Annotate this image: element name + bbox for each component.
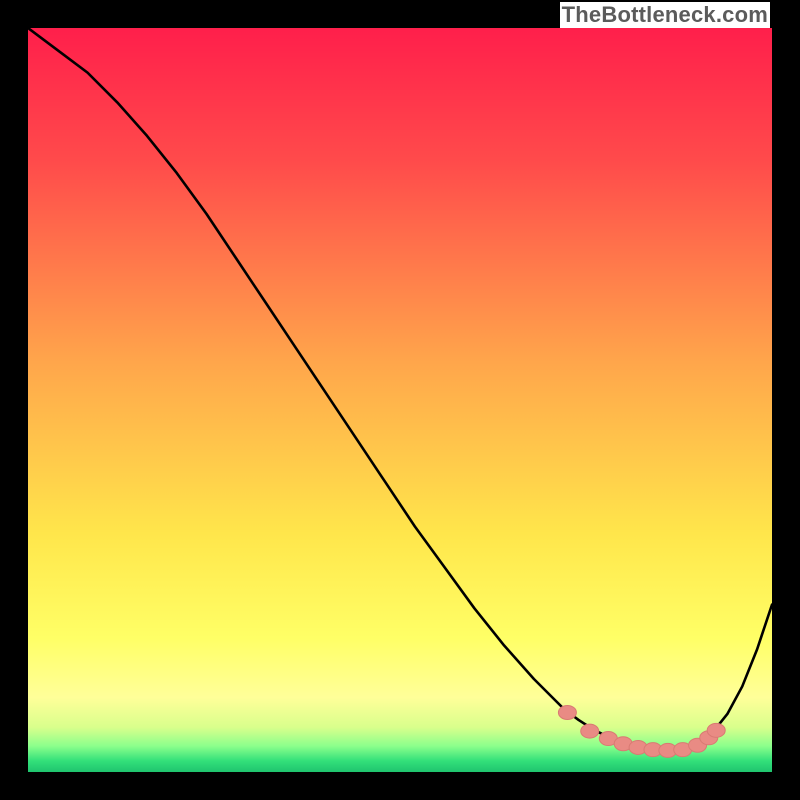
frame-border-left — [0, 0, 28, 800]
marker-dot — [581, 724, 599, 738]
marker-dot — [558, 705, 576, 719]
chart-frame: TheBottleneck.com — [0, 0, 800, 800]
highlight-markers — [558, 705, 725, 757]
curve-layer — [28, 28, 772, 772]
marker-dot — [707, 723, 725, 737]
frame-border-bottom — [0, 772, 800, 800]
bottleneck-curve — [28, 28, 772, 750]
plot-area — [28, 28, 772, 772]
frame-border-right — [772, 0, 800, 800]
watermark-text: TheBottleneck.com — [560, 2, 770, 28]
